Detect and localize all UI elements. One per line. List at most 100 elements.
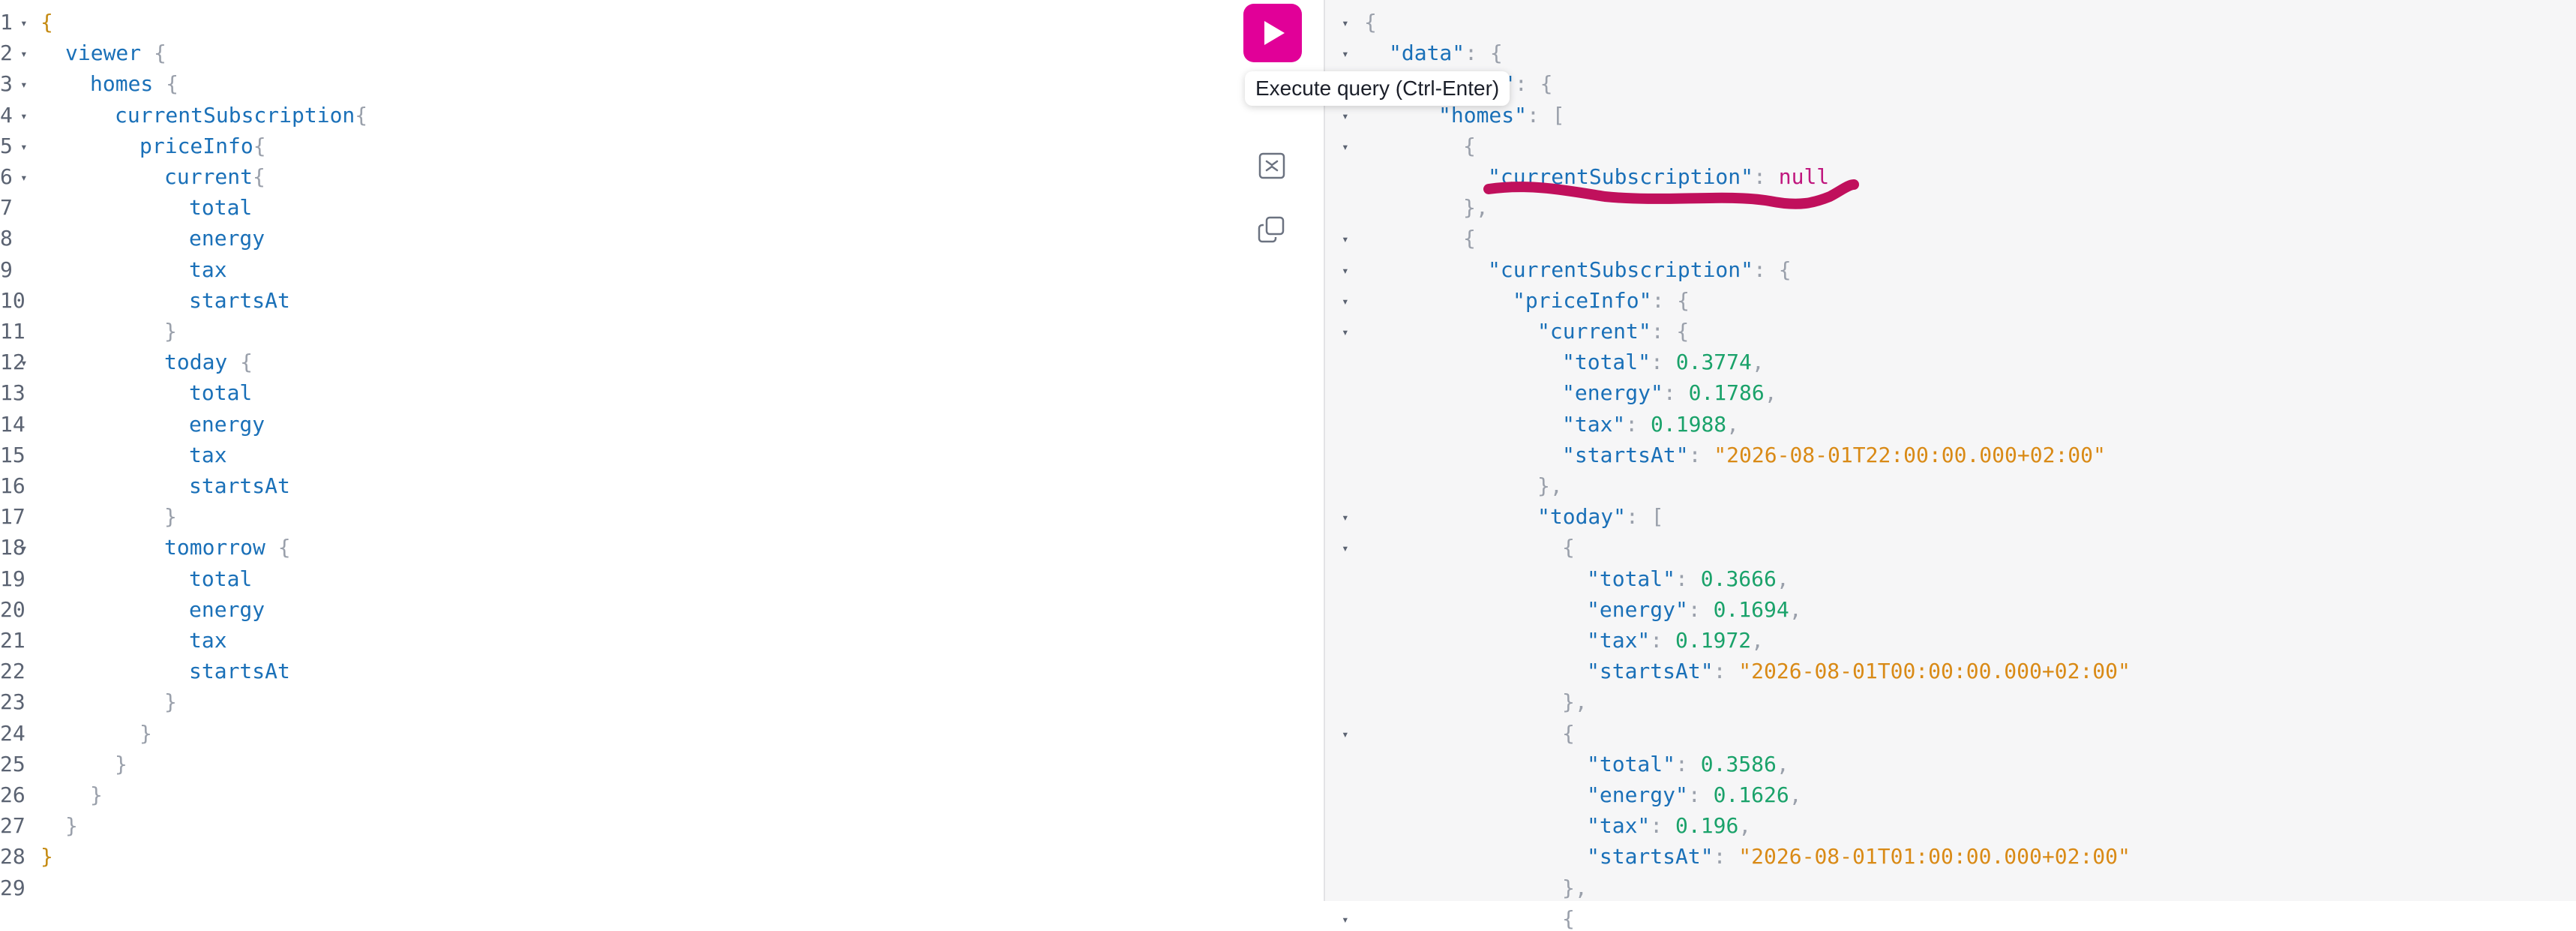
- editor-line[interactable]: tax: [189, 257, 227, 282]
- fold-toggle-icon[interactable]: ▾: [1342, 912, 1349, 926]
- editor-line[interactable]: homes {: [90, 71, 178, 96]
- editor-line[interactable]: }: [65, 813, 78, 838]
- editor-line[interactable]: current{: [164, 164, 265, 189]
- editor-line[interactable]: tax: [189, 443, 227, 467]
- editor-line[interactable]: energy: [189, 226, 265, 251]
- fold-toggle-icon[interactable]: ▾: [20, 140, 28, 154]
- token-field: tax: [189, 442, 227, 467]
- fold-toggle-icon[interactable]: ▾: [20, 109, 28, 123]
- token-brace: {: [40, 10, 53, 35]
- fold-toggle-icon[interactable]: ▾: [20, 16, 28, 30]
- result-line: "startsAt": "2026-08-01T01:00:00.000+02:…: [1587, 844, 2131, 869]
- fold-toggle-icon[interactable]: ▾: [1342, 541, 1349, 555]
- result-viewer[interactable]: ▾{▾"data": {▾"viewer": {▾"homes": [▾{"cu…: [1324, 0, 2576, 931]
- token-punct: : [: [1626, 504, 1664, 530]
- editor-line[interactable]: startsAt: [189, 473, 290, 498]
- token-key: "currentSubscription": [1488, 164, 1754, 189]
- token-field: startsAt: [189, 659, 290, 684]
- editor-line[interactable]: tomorrow {: [164, 535, 291, 560]
- result-line: {: [1364, 10, 1377, 35]
- copy-icon[interactable]: [1255, 213, 1289, 248]
- editor-line[interactable]: total: [189, 195, 252, 220]
- token-key: "energy": [1562, 380, 1663, 406]
- token-punct: :: [1651, 350, 1676, 375]
- line-number: 16: [0, 473, 25, 498]
- token-punct: :: [1650, 628, 1676, 653]
- prettify-icon[interactable]: [1255, 149, 1289, 183]
- editor-line[interactable]: {: [40, 10, 53, 35]
- line-number: 21: [0, 628, 25, 653]
- editor-line[interactable]: today {: [164, 350, 253, 374]
- fold-toggle-icon[interactable]: ▾: [1342, 325, 1349, 339]
- editor-line[interactable]: total: [189, 380, 252, 405]
- token-punct: :: [1688, 442, 1714, 467]
- execute-query-button[interactable]: [1243, 4, 1302, 62]
- editor-line[interactable]: }: [164, 689, 177, 714]
- editor-line[interactable]: viewer {: [65, 41, 166, 65]
- editor-line[interactable]: energy: [189, 597, 265, 622]
- editor-line[interactable]: startsAt: [189, 659, 290, 683]
- token-punct: },: [1537, 473, 1563, 498]
- token-key: "total": [1562, 350, 1651, 375]
- line-number: 5: [0, 133, 13, 158]
- token-key: "current": [1537, 319, 1651, 344]
- token-punct: },: [1562, 875, 1588, 900]
- fold-toggle-icon[interactable]: ▾: [1342, 510, 1349, 524]
- token-punct: :: [1650, 813, 1676, 839]
- token-punct: {: [1364, 10, 1377, 35]
- fold-toggle-icon[interactable]: ▾: [20, 356, 28, 370]
- fold-toggle-icon[interactable]: ▾: [20, 77, 28, 92]
- token-punct: ,: [1776, 566, 1789, 591]
- result-line: "startsAt": "2026-08-01T22:00:00.000+02:…: [1562, 443, 2106, 467]
- token-field: startsAt: [189, 287, 290, 313]
- query-editor[interactable]: 1 ▾{2 ▾ viewer {3 ▾ homes {4 ▾ currentSubscript…: [0, 0, 1324, 901]
- line-number: 27: [0, 813, 25, 839]
- fold-toggle-icon[interactable]: ▾: [1342, 140, 1349, 154]
- fold-toggle-icon[interactable]: ▾: [20, 541, 28, 555]
- token-str: "2026-08-01T00:00:00.000+02:00": [1738, 659, 2131, 684]
- line-number: 14: [0, 411, 25, 437]
- fold-toggle-icon[interactable]: ▾: [1342, 727, 1349, 741]
- editor-line[interactable]: priceInfo{: [139, 134, 266, 158]
- editor-line[interactable]: startsAt: [189, 288, 290, 313]
- editor-line[interactable]: tax: [189, 628, 227, 653]
- editor-line[interactable]: total: [189, 566, 252, 591]
- editor-line[interactable]: currentSubscription{: [115, 103, 367, 128]
- fold-toggle-icon[interactable]: ▾: [1342, 47, 1349, 61]
- fold-toggle-icon[interactable]: ▾: [1342, 16, 1349, 30]
- editor-line[interactable]: }: [90, 782, 103, 807]
- token-key: "currentSubscription": [1488, 257, 1754, 282]
- result-line: "currentSubscription": null: [1488, 164, 1829, 189]
- result-line: {: [1463, 134, 1476, 158]
- token-field: total: [189, 566, 253, 591]
- editor-line[interactable]: }: [40, 844, 53, 869]
- editor-line[interactable]: energy: [189, 412, 265, 437]
- line-number: 9: [0, 257, 13, 282]
- editor-line[interactable]: }: [115, 752, 127, 776]
- line-number: 29: [0, 875, 25, 900]
- fold-toggle-icon[interactable]: ▾: [1342, 232, 1349, 246]
- token-punct: :: [1625, 411, 1651, 437]
- editor-line[interactable]: }: [164, 319, 177, 344]
- token-num: 0.3586: [1700, 751, 1777, 776]
- fold-toggle-icon[interactable]: ▾: [20, 47, 28, 61]
- play-icon: [1264, 21, 1285, 45]
- token-field: today: [164, 350, 228, 375]
- token-punct: ,: [1751, 628, 1765, 653]
- token-punct: ,: [1751, 350, 1765, 375]
- result-line: "data": {: [1389, 41, 1503, 65]
- fold-toggle-icon[interactable]: ▾: [1342, 294, 1349, 308]
- token-null: null: [1778, 164, 1830, 189]
- token-key: "energy": [1587, 782, 1688, 807]
- fold-toggle-icon[interactable]: ▾: [20, 170, 28, 185]
- token-punct: ,: [1776, 751, 1789, 776]
- token-brace: }: [40, 844, 53, 869]
- execute-query-tooltip: Execute query (Ctrl-Enter): [1245, 71, 1510, 106]
- result-line: {: [1562, 721, 1575, 746]
- editor-line[interactable]: }: [139, 721, 152, 746]
- result-line: "currentSubscription": {: [1488, 257, 1792, 282]
- editor-line[interactable]: }: [164, 504, 177, 529]
- fold-toggle-icon[interactable]: ▾: [1342, 263, 1349, 278]
- fold-toggle-icon[interactable]: ▾: [1342, 109, 1349, 123]
- token-key: "homes": [1438, 102, 1528, 128]
